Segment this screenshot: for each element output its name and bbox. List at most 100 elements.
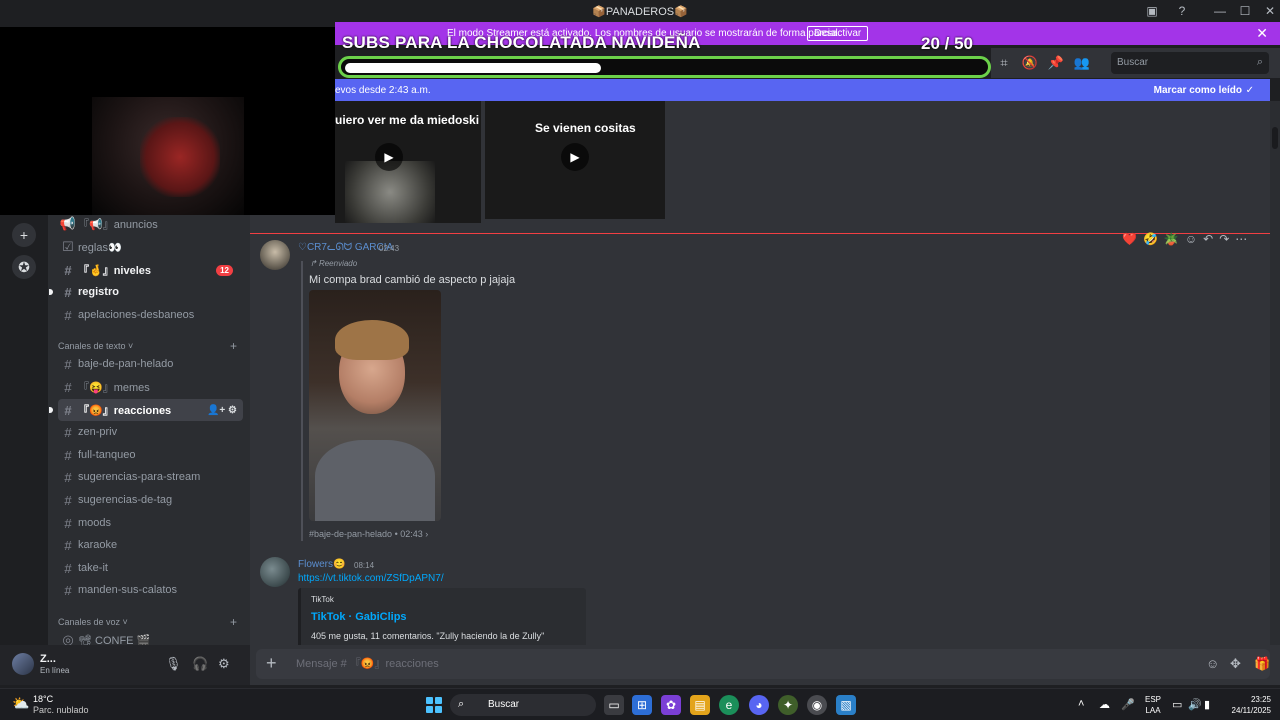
- microphone-icon[interactable]: 🎙: [165, 656, 182, 672]
- reaction-plant[interactable]: 🪴: [1164, 232, 1179, 246]
- mute-bell-icon[interactable]: 🔕: [1017, 55, 1043, 71]
- channel-reacciones[interactable]: # 『😡』reacciones 👤+ ⚙: [49, 399, 243, 421]
- embed-provider: TikTok: [311, 595, 334, 604]
- video-thumbnail[interactable]: uiero ver me da miedoski ▶: [335, 101, 481, 223]
- channel-name: manden-sus-calatos: [78, 584, 178, 596]
- headphones-icon[interactable]: 🎧: [192, 656, 208, 672]
- message-input[interactable]: [296, 655, 1156, 673]
- channel-moods[interactable]: # moods: [58, 512, 243, 534]
- attach-plus-icon[interactable]: +: [266, 653, 277, 674]
- channel-name: sugerencias-para-stream: [78, 471, 201, 483]
- hash-icon: #: [64, 582, 72, 598]
- forward-icon[interactable]: ↷: [1219, 232, 1229, 246]
- inbox-icon[interactable]: ▣: [1140, 0, 1164, 22]
- pin-icon[interactable]: 📌: [1043, 55, 1069, 71]
- add-reaction-icon[interactable]: ☺: [1185, 232, 1197, 246]
- gift-icon[interactable]: 🎁: [1254, 656, 1270, 672]
- help-icon[interactable]: ?: [1170, 0, 1194, 22]
- gear-icon[interactable]: ⚙: [218, 656, 230, 672]
- avatar[interactable]: [260, 557, 290, 587]
- channel-apelaciones[interactable]: # apelaciones-desbaneos: [58, 304, 243, 326]
- channel-tools[interactable]: 👤+ ⚙: [207, 405, 237, 416]
- minimize-button[interactable]: —: [1208, 0, 1232, 22]
- discover-icon[interactable]: ✪: [12, 255, 36, 279]
- category-text-channels[interactable]: Canales de texto ˅ +: [58, 339, 243, 353]
- embed-title[interactable]: TikTok · GabiClips: [311, 611, 407, 623]
- app-icon[interactable]: ◉: [807, 695, 827, 715]
- channel-baje-de-pan-helado[interactable]: # baje-de-pan-helado: [58, 353, 243, 375]
- voice-channel-confe[interactable]: ◎ 📽 CONFE 🎬: [58, 629, 243, 645]
- channel-header: ⌗ 🔕 📌 👥 Buscar ⌕: [991, 48, 1280, 78]
- add-channel-icon[interactable]: +: [230, 615, 237, 629]
- channel-full-tanqueo[interactable]: # full-tanqueo: [58, 444, 243, 466]
- channel-sugerencias-de-tag[interactable]: # sugerencias-de-tag: [58, 489, 243, 511]
- scrollbar-thumb[interactable]: [1272, 127, 1278, 149]
- mark-as-read-button[interactable]: Marcar como leído: [1154, 85, 1242, 96]
- weather-temp[interactable]: 18°C: [33, 694, 53, 704]
- message-link[interactable]: https://vt.tiktok.com/ZSfDpAPN7/: [298, 573, 444, 584]
- copilot-icon[interactable]: ✿: [661, 695, 681, 715]
- link-embed[interactable]: TikTok TikTok · GabiClips 405 me gusta, …: [298, 588, 586, 645]
- reaction-laugh[interactable]: 🤣: [1143, 232, 1158, 246]
- start-button[interactable]: [426, 697, 442, 713]
- channel-sugerencias-para-stream[interactable]: # sugerencias-para-stream: [58, 466, 243, 488]
- message-author[interactable]: Flowers😊: [298, 559, 345, 570]
- maximize-button[interactable]: ☐: [1233, 0, 1257, 22]
- network-icon[interactable]: ▭: [1172, 698, 1182, 711]
- video-thumbnail[interactable]: Se vienen cositas ▶: [485, 101, 665, 219]
- weather-icon[interactable]: ⛅: [12, 695, 29, 712]
- chat-scrollbar[interactable]: [1270, 101, 1280, 645]
- add-channel-icon[interactable]: +: [230, 339, 237, 353]
- members-icon[interactable]: 👥: [1069, 55, 1095, 71]
- play-icon[interactable]: ▶: [375, 143, 403, 171]
- user-name[interactable]: Z...: [40, 653, 56, 665]
- edge-icon[interactable]: e: [719, 695, 739, 715]
- disable-streamer-button[interactable]: Desactivar: [807, 26, 869, 41]
- avatar[interactable]: [260, 240, 290, 270]
- channel-memes[interactable]: # 『😝』memes: [58, 376, 243, 398]
- weather-description[interactable]: Parc. nublado: [33, 705, 89, 715]
- hash-icon: #: [64, 560, 72, 576]
- threads-icon[interactable]: ⌗: [991, 55, 1017, 71]
- add-server-icon[interactable]: +: [12, 223, 36, 247]
- system-clock[interactable]: 23:25 24/11/2025: [1225, 694, 1271, 716]
- file-explorer-icon[interactable]: ▤: [690, 695, 710, 715]
- channel-take-it[interactable]: # take-it: [58, 557, 243, 579]
- onedrive-icon[interactable]: ☁: [1099, 698, 1110, 711]
- channel-reglas[interactable]: ☑ reglas👀: [58, 236, 243, 258]
- taskbar-search[interactable]: ⌕ Buscar: [450, 694, 596, 716]
- emoji-icon[interactable]: ☺: [1206, 656, 1219, 671]
- language-indicator[interactable]: ESP LAA: [1145, 694, 1161, 716]
- battery-icon[interactable]: ▮: [1204, 698, 1210, 711]
- forward-source-link[interactable]: #baje-de-pan-helado • 02:43 ›: [309, 529, 428, 539]
- attached-image[interactable]: [309, 290, 441, 521]
- discord-icon[interactable]: ◕: [749, 695, 769, 715]
- play-icon[interactable]: ▶: [561, 143, 589, 171]
- category-voice-channels[interactable]: Canales de voz ˅ +: [58, 615, 243, 629]
- avatar[interactable]: [12, 653, 34, 675]
- channel-manden-sus-calatos[interactable]: # manden-sus-calatos: [58, 579, 243, 601]
- store-icon[interactable]: ⊞: [632, 695, 652, 715]
- more-icon[interactable]: ⋯: [1235, 232, 1247, 246]
- game-icon[interactable]: ✦: [778, 695, 798, 715]
- channel-karaoke[interactable]: # karaoke: [58, 534, 243, 556]
- apps-icon[interactable]: ✥: [1230, 656, 1241, 672]
- header-search-input[interactable]: Buscar ⌕: [1111, 52, 1269, 74]
- reply-icon[interactable]: ↶: [1203, 232, 1213, 246]
- close-window-button[interactable]: ✕: [1258, 0, 1280, 22]
- photos-icon[interactable]: ▧: [836, 695, 856, 715]
- mic-tray-icon[interactable]: 🎤: [1121, 698, 1135, 711]
- window-title: 📦PANADEROS📦: [592, 5, 688, 18]
- start-tile: [426, 697, 433, 704]
- new-messages-bar[interactable]: evos desde 2:43 a.m. Marcar como leído ✓: [335, 79, 1270, 101]
- channel-anuncios[interactable]: 📢 『📢』anuncios: [58, 215, 243, 235]
- channel-zen-priv[interactable]: # zen-priv: [58, 421, 243, 443]
- reaction-heart[interactable]: ❤️: [1122, 232, 1137, 246]
- task-view-icon[interactable]: ▭: [604, 695, 624, 715]
- channel-registro[interactable]: # registro: [49, 281, 243, 303]
- close-banner-icon[interactable]: ✕: [1256, 25, 1268, 42]
- volume-icon[interactable]: 🔊: [1188, 698, 1202, 711]
- tray-chevron-icon[interactable]: ˄: [1078, 698, 1084, 710]
- hash-icon: #: [64, 537, 72, 553]
- channel-niveles[interactable]: # 『🤞』niveles 12: [58, 259, 243, 281]
